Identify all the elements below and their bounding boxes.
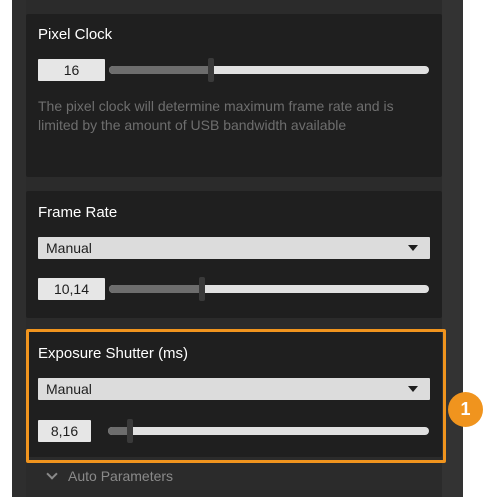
frame-rate-title: Frame Rate [38,204,118,221]
chevron-down-icon [408,245,418,251]
frame-rate-mode-dropdown[interactable]: Manual [38,237,430,259]
pixel-clock-slider-fill [109,66,212,74]
auto-parameters-expander[interactable]: Auto Parameters [46,467,174,485]
highlight-box [26,329,446,463]
pixel-clock-slider-thumb[interactable] [208,58,215,82]
pixel-clock-description: The pixel clock will determine maximum f… [38,98,394,133]
pixel-clock-value-field[interactable]: 16 [38,59,105,81]
frame-rate-slider-fill [109,285,202,293]
pixel-clock-slider[interactable] [109,58,429,82]
pixel-clock-panel: Pixel Clock 16 The pixel clock will dete… [26,14,442,177]
chevron-down-icon [46,468,58,480]
frame-rate-mode-value: Manual [46,240,92,256]
auto-parameters-label: Auto Parameters [68,468,174,484]
left-gutter [12,0,26,497]
pixel-clock-title: Pixel Clock [38,26,113,43]
frame-rate-slider[interactable] [109,277,429,301]
frame-rate-slider-thumb[interactable] [198,277,205,301]
frame-rate-value-field[interactable]: 10,14 [38,278,105,300]
frame-rate-panel: Frame Rate Manual 10,14 [26,191,442,318]
callout-badge: 1 [448,392,483,427]
